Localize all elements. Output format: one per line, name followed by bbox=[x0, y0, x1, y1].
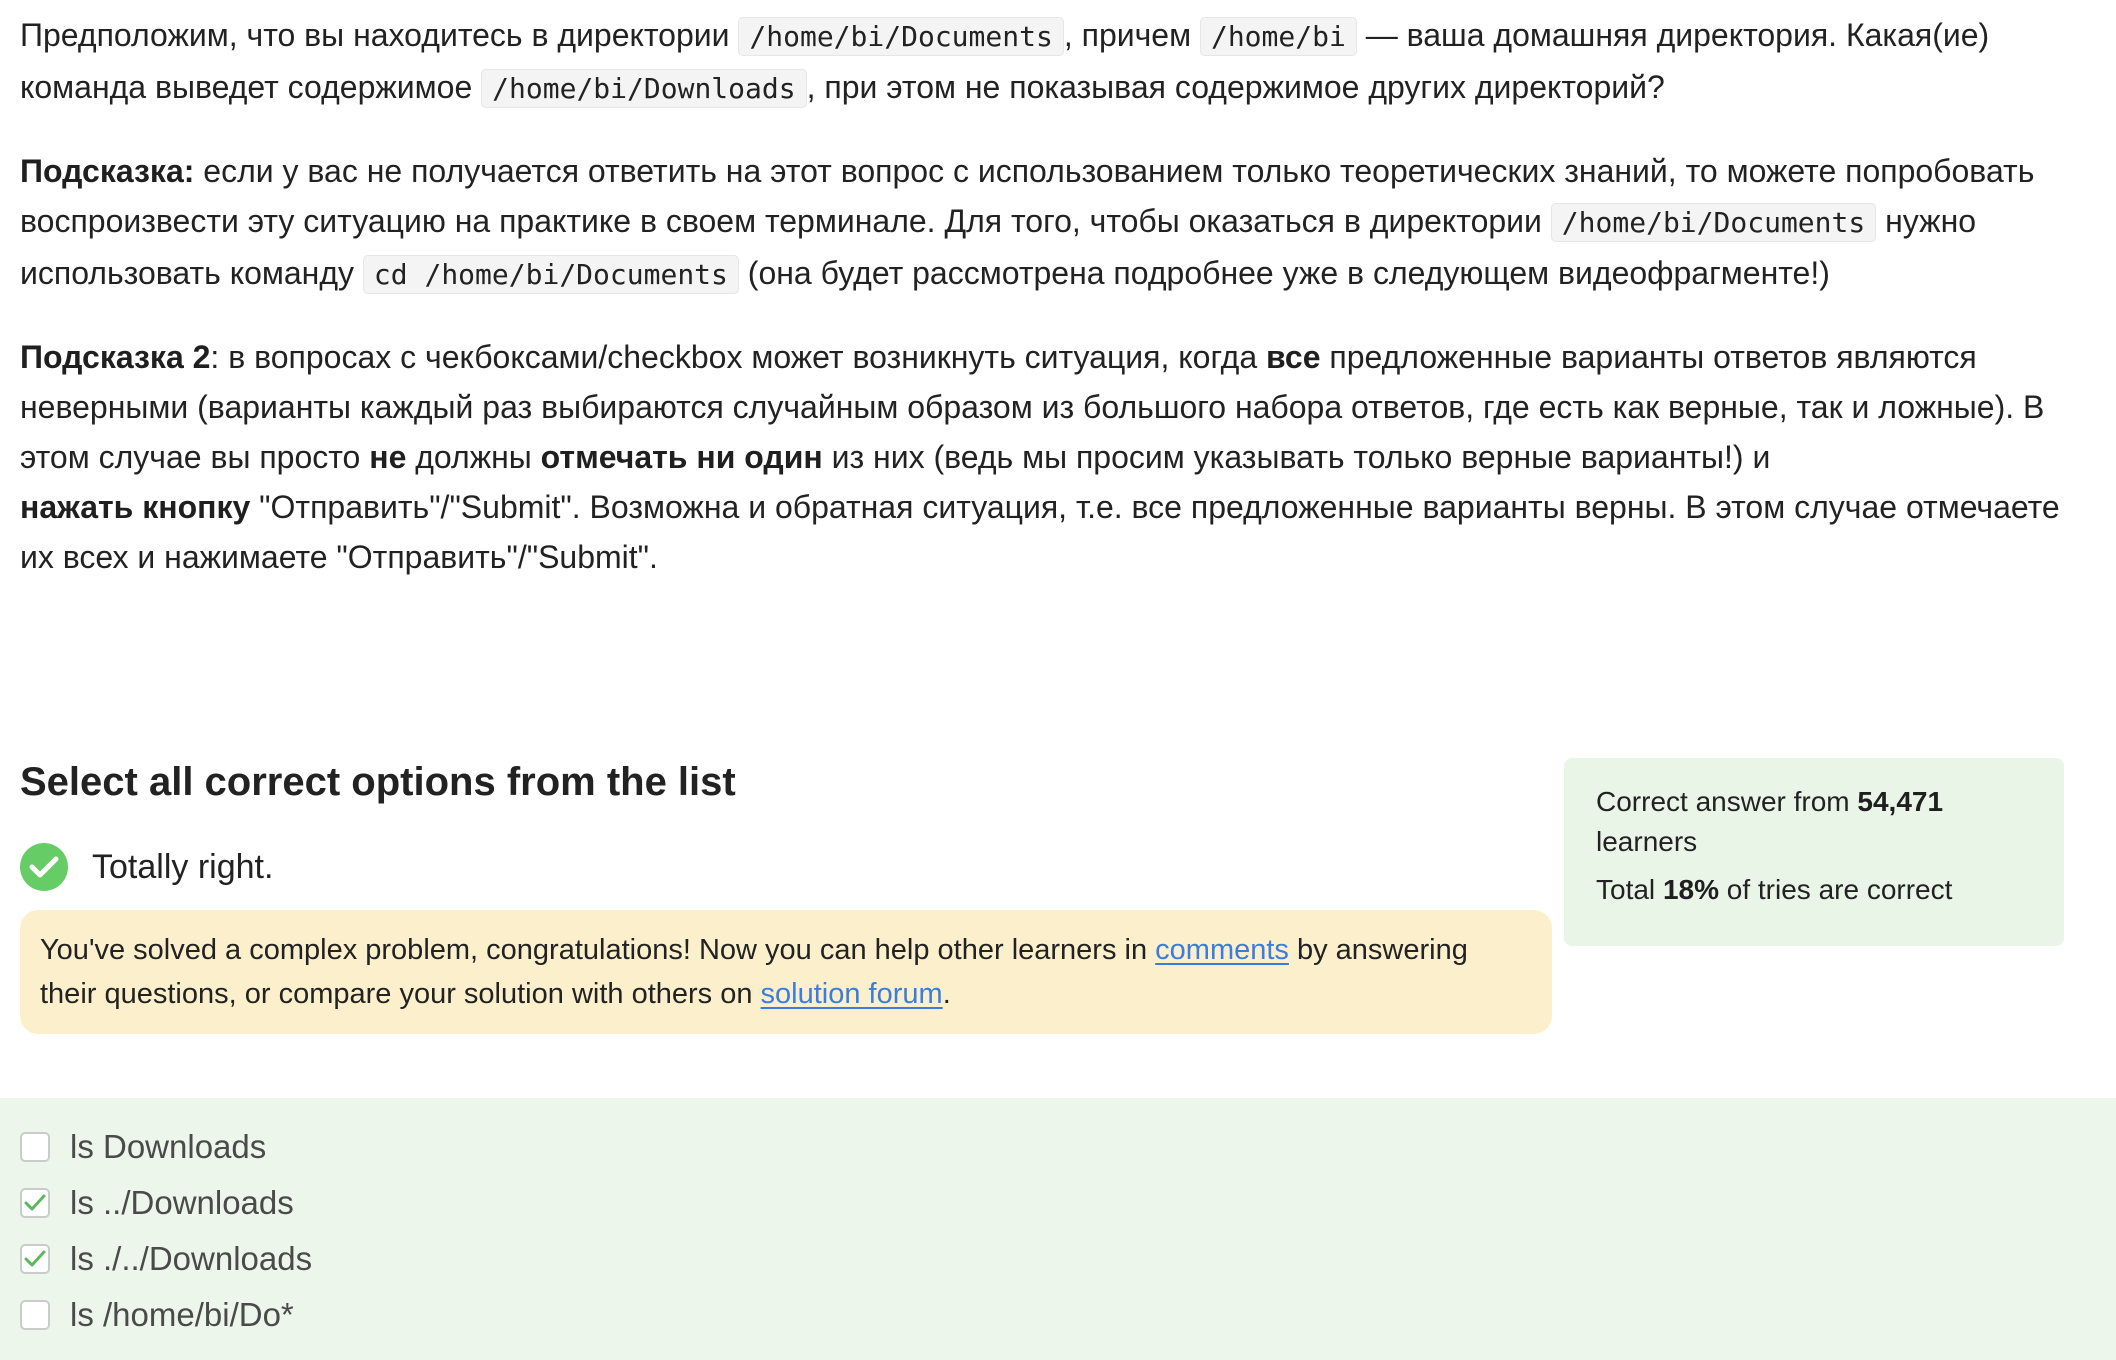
question-paragraph-3: Подсказка 2: в вопросах с чекбоксами/che… bbox=[20, 339, 2060, 575]
congrats-banner: You've solved a complex problem, congrat… bbox=[20, 910, 1552, 1034]
solution-forum-link[interactable]: solution forum bbox=[761, 978, 943, 1010]
option-label: ls /home/bi/Do* bbox=[70, 1296, 294, 1333]
task-title: Select all correct options from the list bbox=[20, 760, 736, 804]
option-item[interactable]: ls ./../Downloads bbox=[20, 1240, 312, 1278]
question-paragraph-1: Предположим, что вы находитесь в директо… bbox=[20, 10, 2090, 114]
option-label: ls ../Downloads bbox=[70, 1184, 294, 1221]
checkbox[interactable] bbox=[20, 1244, 50, 1274]
stats-learners: Correct answer from 54,471 learners bbox=[1596, 786, 1944, 857]
question-paragraph-2: Подсказка: если у вас не получается отве… bbox=[20, 146, 2090, 300]
stats-panel: Correct answer from 54,471 learners Tota… bbox=[1564, 758, 2064, 946]
code-snippet: cd /home/bi/Documents bbox=[362, 255, 739, 294]
comments-link[interactable]: comments bbox=[1155, 934, 1289, 966]
result-status: Totally right. bbox=[20, 843, 273, 891]
option-label: ls Downloads bbox=[70, 1128, 267, 1165]
stats-tries: Total 18% of tries are correct bbox=[1596, 874, 1953, 905]
question-text: Предположим, что вы находитесь в директо… bbox=[20, 10, 2090, 614]
options-list: ls Downloads ls ../Downloads ls ./../Dow… bbox=[0, 1098, 2116, 1360]
option-item[interactable]: ls ../Downloads bbox=[20, 1184, 294, 1222]
option-item[interactable]: ls Downloads bbox=[20, 1128, 266, 1166]
checkbox[interactable] bbox=[20, 1188, 50, 1218]
checkmark-icon bbox=[24, 1250, 46, 1267]
option-label: ls ./../Downloads bbox=[70, 1240, 313, 1277]
option-item[interactable]: ls /home/bi/Do* bbox=[20, 1296, 294, 1334]
success-check-icon bbox=[20, 843, 68, 891]
status-text: Totally right. bbox=[92, 847, 274, 886]
code-snippet: /home/bi/Downloads bbox=[481, 69, 807, 108]
checkmark-icon bbox=[24, 1194, 46, 1211]
checkbox[interactable] bbox=[20, 1132, 50, 1162]
code-snippet: /home/bi bbox=[1199, 17, 1357, 56]
code-snippet: /home/bi/Documents bbox=[738, 17, 1064, 56]
code-snippet: /home/bi/Documents bbox=[1550, 203, 1877, 242]
checkbox[interactable] bbox=[20, 1300, 50, 1330]
